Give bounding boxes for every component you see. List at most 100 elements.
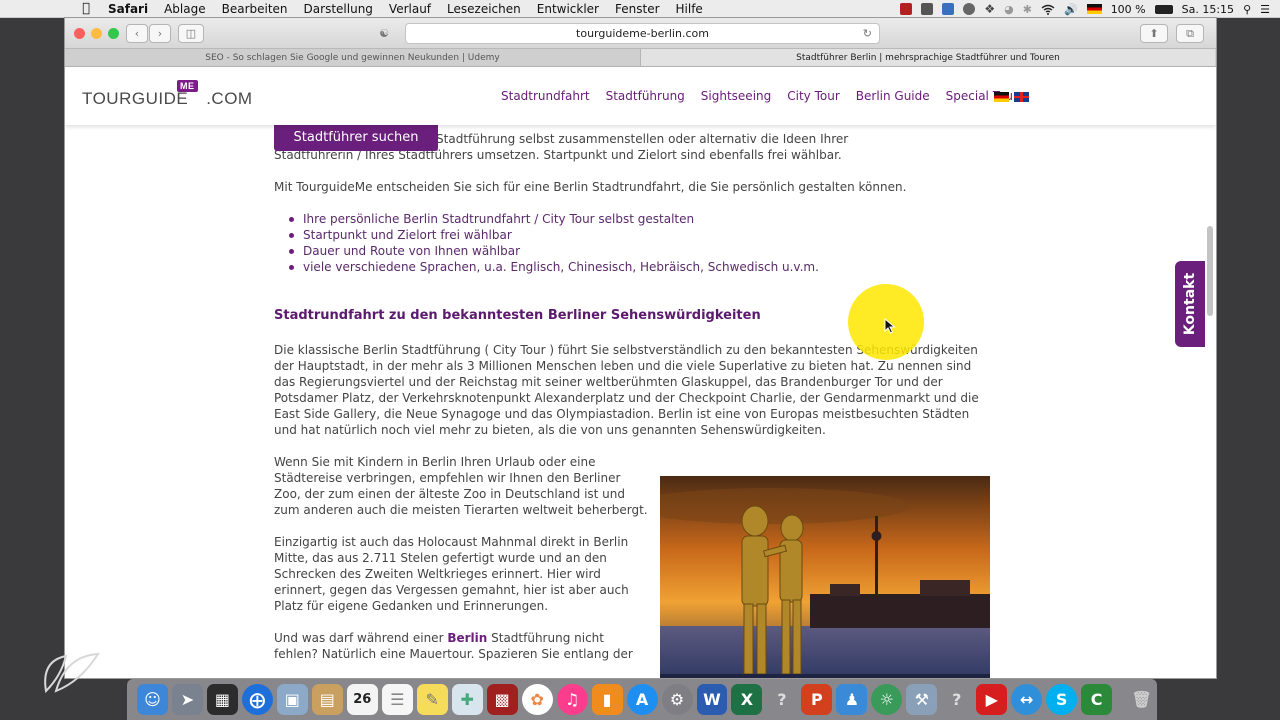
browser-window: ‹ › ◫ ☯ tourguideme-berlin.com ↻ ⬆ ⧉ SEO… — [65, 18, 1216, 678]
page-scrollbar[interactable] — [1207, 226, 1213, 316]
menu-fenster[interactable]: Fenster — [607, 2, 668, 16]
preview-icon[interactable]: ▣ — [276, 684, 308, 715]
forward-button[interactable]: › — [149, 24, 171, 43]
battery-percent: 100 % — [1110, 2, 1146, 16]
flag-german-icon[interactable] — [994, 92, 1009, 102]
record-icon[interactable] — [900, 3, 913, 15]
share-button[interactable]: ⬆ — [1140, 24, 1168, 43]
sidebar-button[interactable]: ◫ — [178, 24, 204, 43]
nav-stadtfuehrung[interactable]: Stadtführung — [606, 89, 685, 103]
search-guide-button[interactable]: Stadtführer suchen — [274, 125, 438, 151]
nav-stadtrundfahrt[interactable]: Stadtrundfahrt — [501, 89, 590, 103]
molecule-man-photo — [660, 476, 990, 678]
berlin-link[interactable]: Berlin — [447, 631, 487, 645]
wall-text-start: Und was darf während einer — [274, 631, 448, 645]
bluetooth-icon[interactable]: ✱ — [1023, 3, 1032, 16]
wifi-icon[interactable] — [1041, 4, 1055, 15]
contact-tab[interactable]: Kontakt — [1175, 261, 1205, 347]
nav-berlin-guide[interactable]: Berlin Guide — [856, 89, 930, 103]
close-window-icon[interactable] — [74, 28, 85, 39]
skype-icon[interactable]: S — [1046, 684, 1078, 715]
menu-bearbeiten[interactable]: Bearbeiten — [214, 2, 296, 16]
reload-icon[interactable]: ↻ — [863, 27, 872, 40]
powerpoint-icon[interactable]: P — [801, 684, 833, 715]
status-area: ❖ ◕ ✱ 🔊 100 % Sa. 15:15 ⚲ ☰ — [900, 0, 1270, 18]
input-source-flag-icon[interactable] — [1086, 4, 1102, 14]
trash-icon[interactable]: 🗑 — [1126, 684, 1157, 715]
globe-app-icon[interactable]: ☼ — [871, 684, 903, 715]
site-header: TOURGUIDE ME .COM Stadtrundfahrt Stadtführ… — [65, 67, 1216, 125]
unknown-app-icon-2[interactable]: ? — [941, 684, 972, 715]
tabs-icon: ⧉ — [1186, 26, 1194, 40]
timemachine-icon[interactable]: ◕ — [1004, 3, 1014, 16]
sunset-image — [660, 476, 990, 678]
safari-icon[interactable]: ⨁ — [241, 684, 273, 715]
photo-booth-icon[interactable]: ▩ — [486, 684, 518, 715]
zoom-window-icon[interactable] — [108, 28, 119, 39]
tabs-overview-button[interactable]: ⧉ — [1176, 24, 1204, 43]
tab-bar: SEO - So schlagen Sie Google und gewinne… — [65, 49, 1216, 67]
language-switcher — [994, 92, 1029, 102]
mission-control-icon[interactable]: ▦ — [206, 684, 238, 715]
camtasia-icon[interactable]: C — [1081, 684, 1113, 715]
notification-center-icon[interactable]: ☰ — [1260, 3, 1270, 16]
feature-list: Ihre persönliche Berlin Stadtrundfahrt /… — [274, 211, 994, 275]
app-status-icon[interactable] — [942, 3, 955, 15]
plus-icon: + — [1215, 51, 1216, 65]
calendar-icon[interactable]: 26 — [346, 684, 378, 715]
dock: ☺ ➤ ▦ ⨁ ▣ ▤ 26 ☰ ✎ ✚ ▩ ✿ ♫ ▮ A ⚙ W X ? P… — [127, 679, 1157, 720]
finder-icon[interactable]: ☺ — [137, 684, 168, 715]
word-icon[interactable]: W — [696, 684, 728, 715]
site-logo[interactable]: TOURGUIDE ME .COM — [82, 80, 253, 109]
address-bar[interactable]: tourguideme-berlin.com ↻ — [405, 23, 880, 44]
ibooks-icon[interactable]: ▮ — [591, 684, 623, 715]
reader-button[interactable]: ☯ — [370, 24, 398, 43]
main-nav: Stadtrundfahrt Stadtführung Sightseeing … — [501, 89, 1024, 103]
list-item: Dauer und Route von Ihnen wählbar — [274, 243, 994, 259]
menu-darstellung[interactable]: Darstellung — [296, 2, 381, 16]
unknown-app-icon[interactable]: ? — [766, 684, 797, 715]
reminders-icon[interactable]: ☰ — [381, 684, 413, 715]
menu-app[interactable]: Safari — [100, 2, 156, 16]
list-item: Ihre persönliche Berlin Stadtrundfahrt /… — [274, 211, 994, 227]
photos-icon[interactable]: ✿ — [521, 684, 553, 715]
battery-icon[interactable] — [1154, 4, 1173, 14]
tab-udemy[interactable]: SEO - So schlagen Sie Google und gewinne… — [65, 49, 640, 66]
people-app-icon[interactable]: ♟ — [836, 684, 868, 715]
notebook-icon[interactable]: ▤ — [311, 684, 343, 715]
back-button[interactable]: ‹ — [126, 24, 148, 43]
teamviewer-icon[interactable]: ↔ — [1011, 684, 1043, 715]
utility-app-icon[interactable]: ⚒ — [906, 684, 938, 715]
spotlight-icon[interactable]: ⚲ — [1243, 3, 1251, 16]
system-preferences-icon[interactable]: ⚙ — [661, 684, 693, 715]
tab-tourguide[interactable]: Stadtführer Berlin | mehrsprachige Stadt… — [640, 49, 1215, 66]
launchpad-icon[interactable]: ➤ — [171, 684, 203, 715]
url-text: tourguideme-berlin.com — [576, 27, 709, 40]
dropbox-icon[interactable]: ❖ — [984, 2, 995, 16]
new-tab-button[interactable]: + — [1215, 49, 1216, 66]
window-controls — [74, 28, 119, 39]
volume-icon[interactable]: 🔊 — [1064, 3, 1078, 16]
nav-city-tour[interactable]: City Tour — [787, 89, 840, 103]
menu-lesezeichen[interactable]: Lesezeichen — [439, 2, 529, 16]
minimize-window-icon[interactable] — [91, 28, 102, 39]
itunes-icon[interactable]: ♫ — [556, 684, 588, 715]
maps-icon[interactable]: ✚ — [451, 684, 483, 715]
clock[interactable]: Sa. 15:15 — [1182, 3, 1234, 16]
menu-verlauf[interactable]: Verlauf — [381, 2, 439, 16]
apple-icon[interactable]:  — [72, 1, 100, 16]
flag-english-icon[interactable] — [1014, 92, 1029, 102]
excel-icon[interactable]: X — [731, 684, 763, 715]
menu-ablage[interactable]: Ablage — [156, 2, 214, 16]
sidebar-icon: ◫ — [185, 27, 197, 40]
app-store-icon[interactable]: A — [626, 684, 658, 715]
tray-icon[interactable] — [921, 3, 934, 15]
menu-hilfe[interactable]: Hilfe — [668, 2, 711, 16]
acrobat-icon[interactable]: ▶ — [976, 684, 1008, 715]
page-content: Stadtführer suchen hrer Berlin Stadtführ… — [65, 125, 1216, 678]
nav-sightseeing[interactable]: Sightseeing — [701, 89, 771, 103]
chevron-right-icon: › — [157, 27, 163, 40]
shield-icon[interactable] — [963, 3, 976, 15]
notes-icon[interactable]: ✎ — [416, 684, 448, 715]
menu-entwickler[interactable]: Entwickler — [529, 2, 607, 16]
